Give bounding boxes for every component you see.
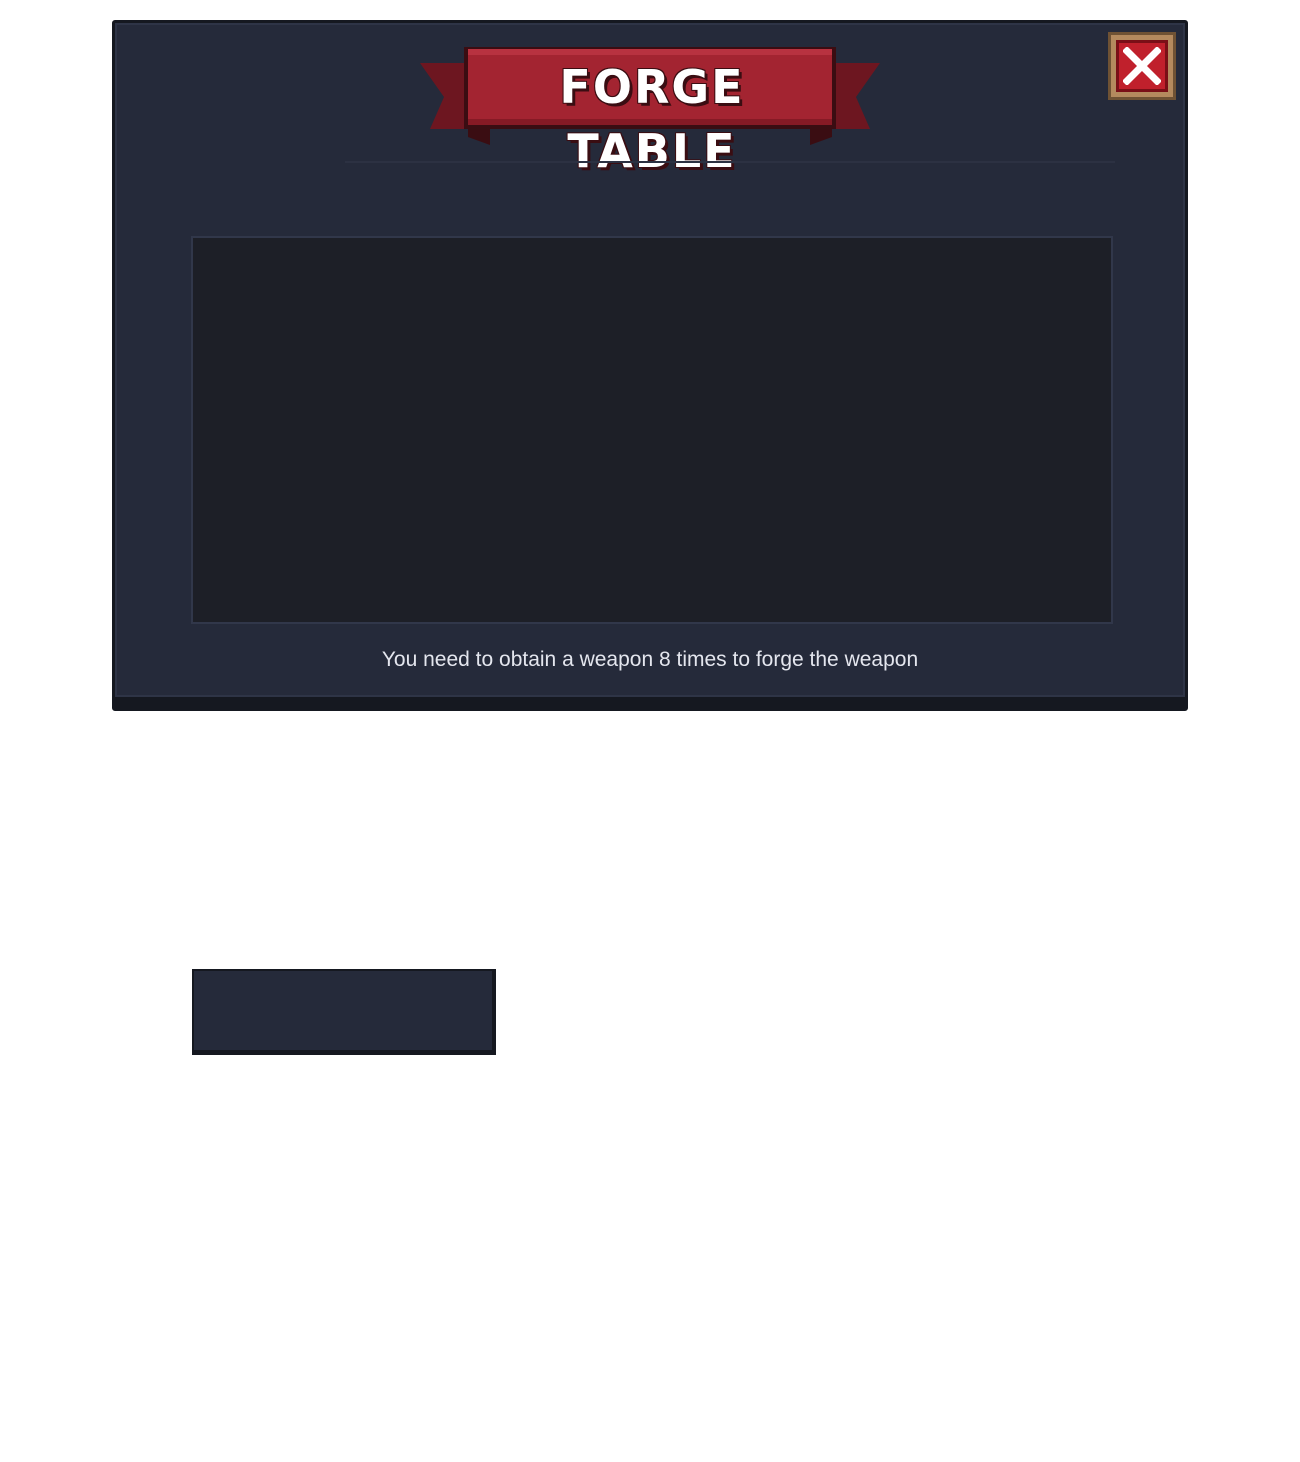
- close-button-face: [1116, 40, 1168, 92]
- close-button[interactable]: [1108, 32, 1176, 100]
- forge-requirement-text: You need to obtain a weapon 8 times to f…: [381, 648, 919, 671]
- title-divider: [345, 161, 1115, 163]
- forge-content-area: [191, 236, 1113, 624]
- forge-table-dialog: FORGE TABLE You need to obtain a weapon …: [112, 20, 1188, 711]
- close-icon: [1123, 47, 1161, 85]
- secondary-button[interactable]: [192, 969, 496, 1055]
- title-banner: FORGE TABLE: [420, 45, 880, 178]
- window-title: FORGE TABLE: [559, 60, 745, 178]
